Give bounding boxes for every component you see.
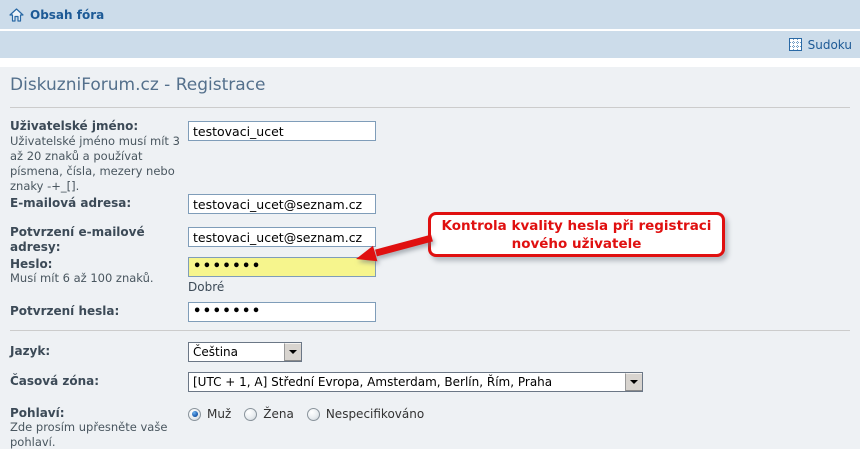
gender-option-unspecified[interactable]: Nespecifikováno [307, 407, 424, 421]
email-label: E-mailová adresa: [10, 196, 184, 211]
gender-option-label: Žena [263, 407, 294, 421]
language-selected-value: Čeština [189, 343, 284, 361]
email-input[interactable] [188, 194, 376, 214]
gender-option-label: Muž [207, 407, 231, 421]
timezone-selected-value: [UTC + 1, A] Střední Evropa, Amsterdam, … [189, 373, 625, 391]
title-divider [10, 107, 850, 108]
password-confirm-input[interactable] [188, 302, 376, 322]
sudoku-link[interactable]: Sudoku [789, 31, 852, 58]
home-icon [9, 8, 24, 22]
gender-option-label: Nespecifikováno [326, 407, 424, 421]
username-hint: Uživatelské jméno musí mít 3 až 20 znaků… [10, 134, 186, 194]
top-navbar: Obsah fóra [0, 0, 860, 29]
timezone-label: Časová zóna: [10, 374, 184, 389]
gender-hint: Zde prosím upřesněte vaše pohlaví. [10, 420, 186, 450]
radio-checked-icon[interactable] [188, 408, 201, 421]
password-label: Heslo: [10, 257, 184, 272]
password-strength-label: Dobré [188, 280, 224, 294]
sub-navbar: Sudoku [0, 31, 860, 58]
email-confirm-label: Potvrzení e-mailové adresy: [10, 225, 170, 255]
registration-page: Obsah fóra Sudoku DiskuzniForum.cz - Reg… [0, 0, 860, 455]
dropdown-arrow-icon [625, 373, 642, 391]
language-select[interactable]: Čeština [188, 342, 302, 362]
breadcrumb-forum-index[interactable]: Obsah fóra [9, 0, 104, 29]
username-label: Uživatelské jméno: [10, 119, 184, 134]
gender-options: Muž Žena Nespecifikováno [188, 407, 424, 421]
password-hint: Musí mít 6 až 100 znaků. [10, 271, 186, 286]
dropdown-arrow-icon [284, 343, 301, 361]
sudoku-grid-icon [789, 38, 802, 51]
annotation-callout: Kontrola kvality hesla při registraci no… [428, 212, 725, 257]
callout-text-line2: nového uživatele [512, 235, 642, 253]
gender-label: Pohlaví: [10, 406, 184, 421]
password-confirm-label: Potvrzení hesla: [10, 304, 184, 319]
gender-option-female[interactable]: Žena [244, 407, 294, 421]
language-label: Jazyk: [10, 344, 184, 359]
page-title: DiskuzniForum.cz - Registrace [10, 75, 265, 95]
annotation-arrow-icon [348, 228, 444, 274]
section-divider [10, 330, 850, 331]
callout-text-line1: Kontrola kvality hesla při registraci [442, 217, 712, 235]
radio-unchecked-icon[interactable] [244, 408, 257, 421]
sudoku-label: Sudoku [808, 38, 852, 52]
gender-option-male[interactable]: Muž [188, 407, 231, 421]
timezone-select[interactable]: [UTC + 1, A] Střední Evropa, Amsterdam, … [188, 372, 643, 392]
username-input[interactable] [188, 121, 376, 141]
breadcrumb-label: Obsah fóra [30, 8, 104, 22]
radio-unchecked-icon[interactable] [307, 408, 320, 421]
